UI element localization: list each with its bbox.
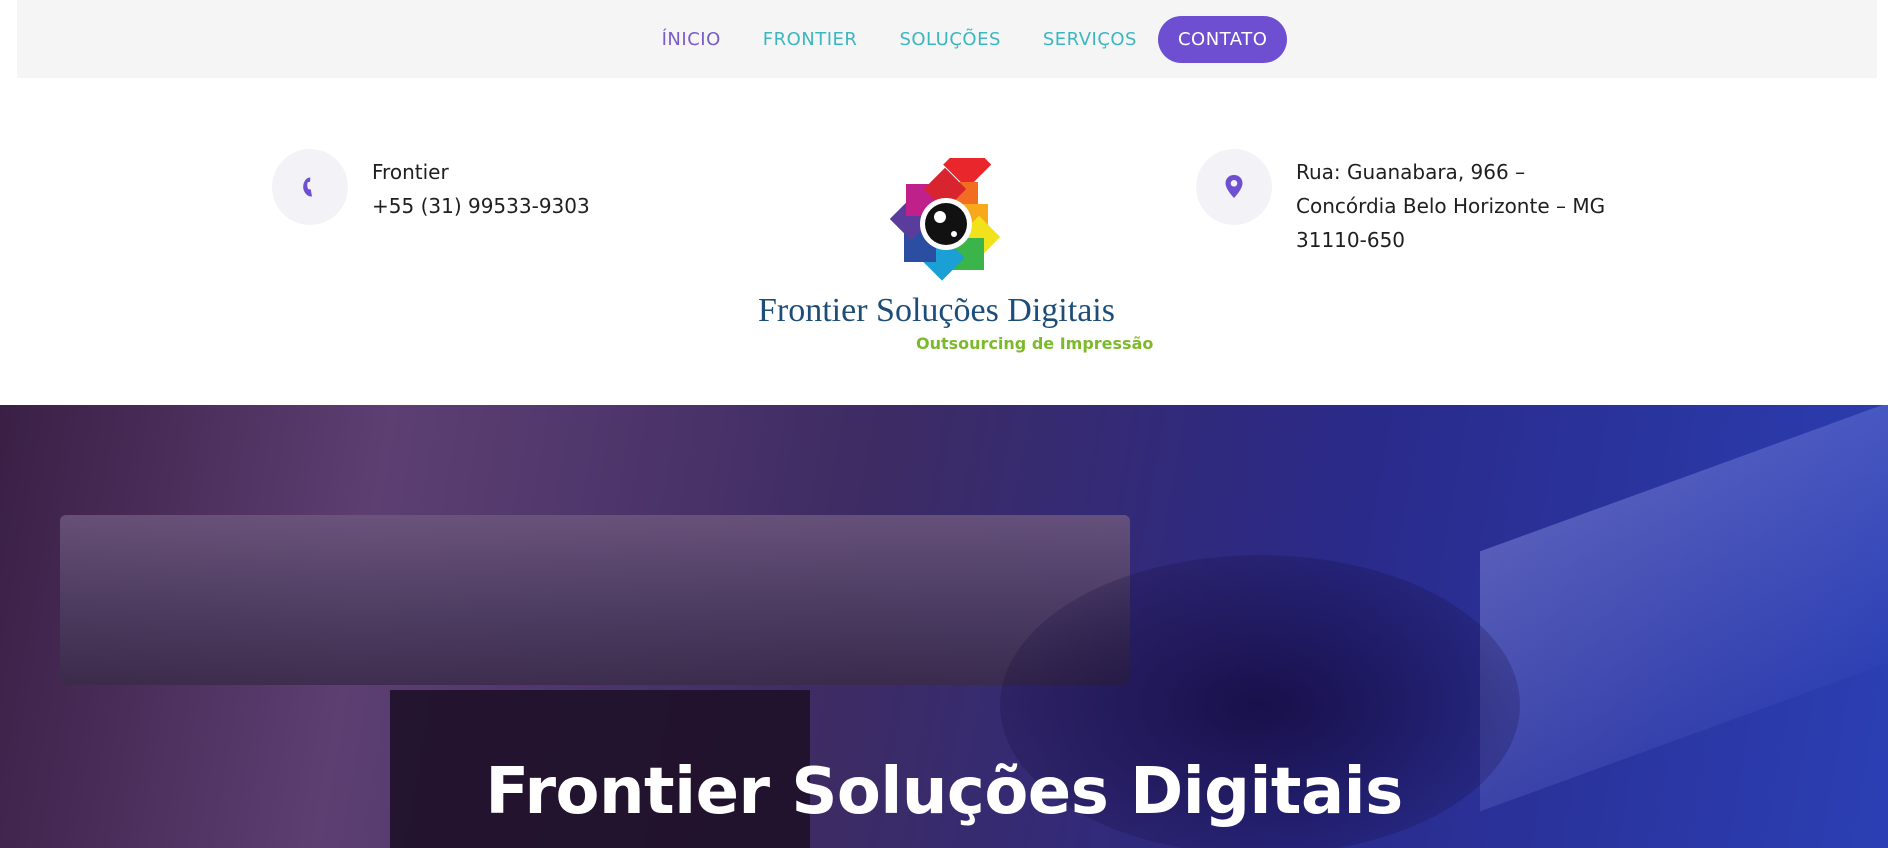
logo-tagline: Outsourcing de Impressão [916, 334, 1154, 353]
address-line-3: 31110-650 [1296, 228, 1406, 252]
contact-address-block: Rua: Guanabara, 966 – Concórdia Belo Hor… [1196, 149, 1605, 257]
contact-phone-text: Frontier +55 (31) 99533-9303 [372, 155, 590, 223]
logo-name: Frontier Soluções Digitais [758, 292, 1115, 329]
phone-icon-circle[interactable] [272, 149, 348, 225]
address-line-2: Concórdia Belo Horizonte – MG [1296, 194, 1606, 218]
map-pin-icon [1225, 175, 1243, 198]
contato-button[interactable]: CONTATO [1157, 15, 1288, 63]
map-pin-icon-circle[interactable] [1196, 149, 1272, 225]
hero-bg-light-shape [1480, 405, 1888, 812]
top-nav-bar: ÍNICIO FRONTIER SOLUÇÕES SERVIÇOS CONTAT… [17, 0, 1877, 78]
phone-icon [303, 177, 312, 197]
frontier-logo[interactable]: Frontier Soluções Digitais Outsourcing d… [758, 158, 1153, 358]
nav-item-frontier[interactable]: FRONTIER [742, 29, 879, 50]
nav-item-inicio[interactable]: ÍNICIO [641, 29, 742, 50]
contact-address-text: Rua: Guanabara, 966 – Concórdia Belo Hor… [1296, 155, 1605, 257]
address-line-1: Rua: Guanabara, 966 – [1296, 160, 1526, 184]
logo-mark-icon [889, 158, 1001, 281]
hero-title: Frontier Soluções Digitais [485, 755, 1403, 829]
hero-banner: Frontier Soluções Digitais [0, 405, 1888, 848]
hero-bg-printer-shape [60, 515, 1130, 685]
contact-phone-block: Frontier +55 (31) 99533-9303 [272, 149, 590, 225]
nav-item-servicos[interactable]: SERVIÇOS [1022, 29, 1158, 50]
contact-phone-number[interactable]: +55 (31) 99533-9303 [372, 189, 590, 223]
nav-menu: ÍNICIO FRONTIER SOLUÇÕES SERVIÇOS CONTAT… [641, 15, 1288, 63]
contact-name: Frontier [372, 160, 449, 184]
nav-item-solucoes[interactable]: SOLUÇÕES [878, 29, 1021, 50]
